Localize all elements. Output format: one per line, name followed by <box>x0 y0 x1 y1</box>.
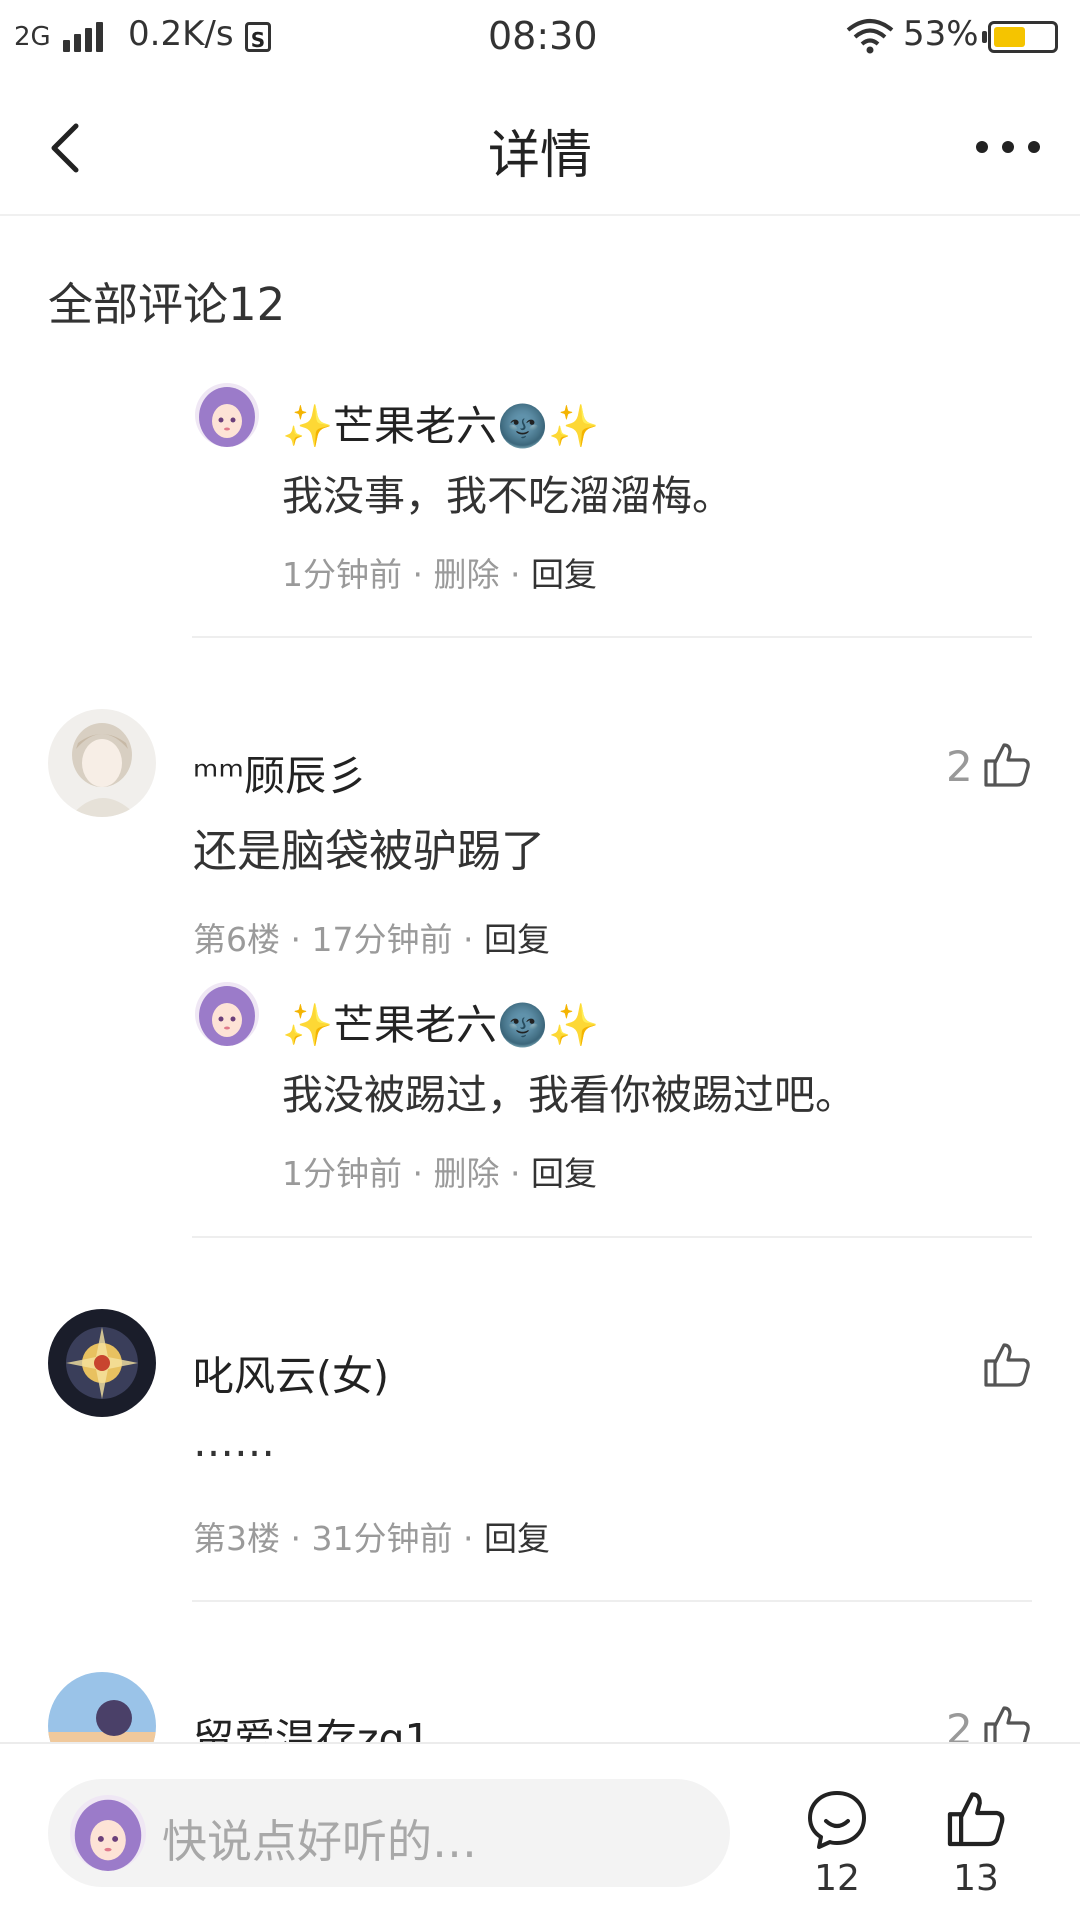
username[interactable]: ✨芒果老六🌚✨ <box>282 991 599 1051</box>
reply-button[interactable]: 回复 <box>484 920 550 959</box>
divider <box>192 1236 1032 1238</box>
comment-text: 我没事，我不吃溜溜梅。 <box>282 472 733 520</box>
battery-level <box>994 27 1025 47</box>
reply-button[interactable]: 回复 <box>531 555 597 594</box>
comment-meta: 第3楼 · 31分钟前 · 回复 <box>193 1512 550 1560</box>
avatar[interactable] <box>195 982 259 1046</box>
network-speed: 0.2K/s <box>128 14 234 54</box>
divider <box>192 636 1032 638</box>
comment-meta-info: 1分钟前 · 删除 · <box>282 555 531 594</box>
comment-meta-info: 第3楼 · 31分钟前 · <box>193 1519 484 1558</box>
battery-icon <box>988 21 1058 53</box>
thumbs-up-icon[interactable] <box>982 739 1032 789</box>
comment-placeholder: 快说点好听的… <box>162 1815 478 1868</box>
more-options-icon[interactable] <box>970 132 1060 162</box>
comment-text: …… <box>193 1418 275 1466</box>
like-total: 13 <box>953 1858 999 1899</box>
status-bar: 2G 0.2K/s S 08:30 53% <box>0 0 1080 80</box>
comment-count: 12 <box>814 1858 860 1899</box>
username[interactable]: 叱风云(女) <box>193 1342 389 1402</box>
clock: 08:30 <box>488 14 598 58</box>
like-count: 2 <box>946 742 973 791</box>
nav-bar: 详情 <box>0 80 1080 216</box>
divider <box>192 1600 1032 1602</box>
wifi-icon <box>846 19 894 54</box>
comment-icon[interactable] <box>806 1789 868 1851</box>
reply-button[interactable]: 回复 <box>531 1154 597 1193</box>
comment-meta-info: 1分钟前 · 删除 · <box>282 1154 531 1193</box>
thumbs-up-icon[interactable] <box>982 1339 1032 1389</box>
network-type: 2G <box>14 22 51 52</box>
bottom-bar: 快说点好听的… 12 13 <box>0 1742 1080 1922</box>
comment-meta-info: 第6楼 · 17分钟前 · <box>193 920 484 959</box>
username[interactable]: ✨芒果老六🌚✨ <box>282 392 599 452</box>
comments-section-title: 全部评论12 <box>48 278 286 331</box>
username[interactable]: ᵐᵐ顾辰彡 <box>193 742 367 802</box>
comment-text: 还是脑袋被驴踢了 <box>193 826 545 877</box>
avatar <box>70 1795 146 1871</box>
reply-button[interactable]: 回复 <box>484 1519 550 1558</box>
comment-input[interactable]: 快说点好听的… <box>48 1779 730 1887</box>
comment-meta: 1分钟前 · 删除 · 回复 <box>282 548 597 596</box>
comment-meta: 第6楼 · 17分钟前 · 回复 <box>193 913 550 961</box>
battery-tip <box>982 31 987 43</box>
comment-meta: 1分钟前 · 删除 · 回复 <box>282 1147 597 1195</box>
thumbs-up-icon[interactable] <box>945 1787 1007 1849</box>
signal-icon <box>63 22 103 52</box>
avatar[interactable] <box>195 383 259 447</box>
comment-text: 我没被踢过，我看你被踢过吧。 <box>282 1071 856 1119</box>
battery-percent: 53% <box>903 14 979 54</box>
sim-icon: S <box>245 22 271 52</box>
page-title: 详情 <box>487 126 592 186</box>
avatar[interactable] <box>48 709 156 817</box>
avatar[interactable] <box>48 1309 156 1417</box>
